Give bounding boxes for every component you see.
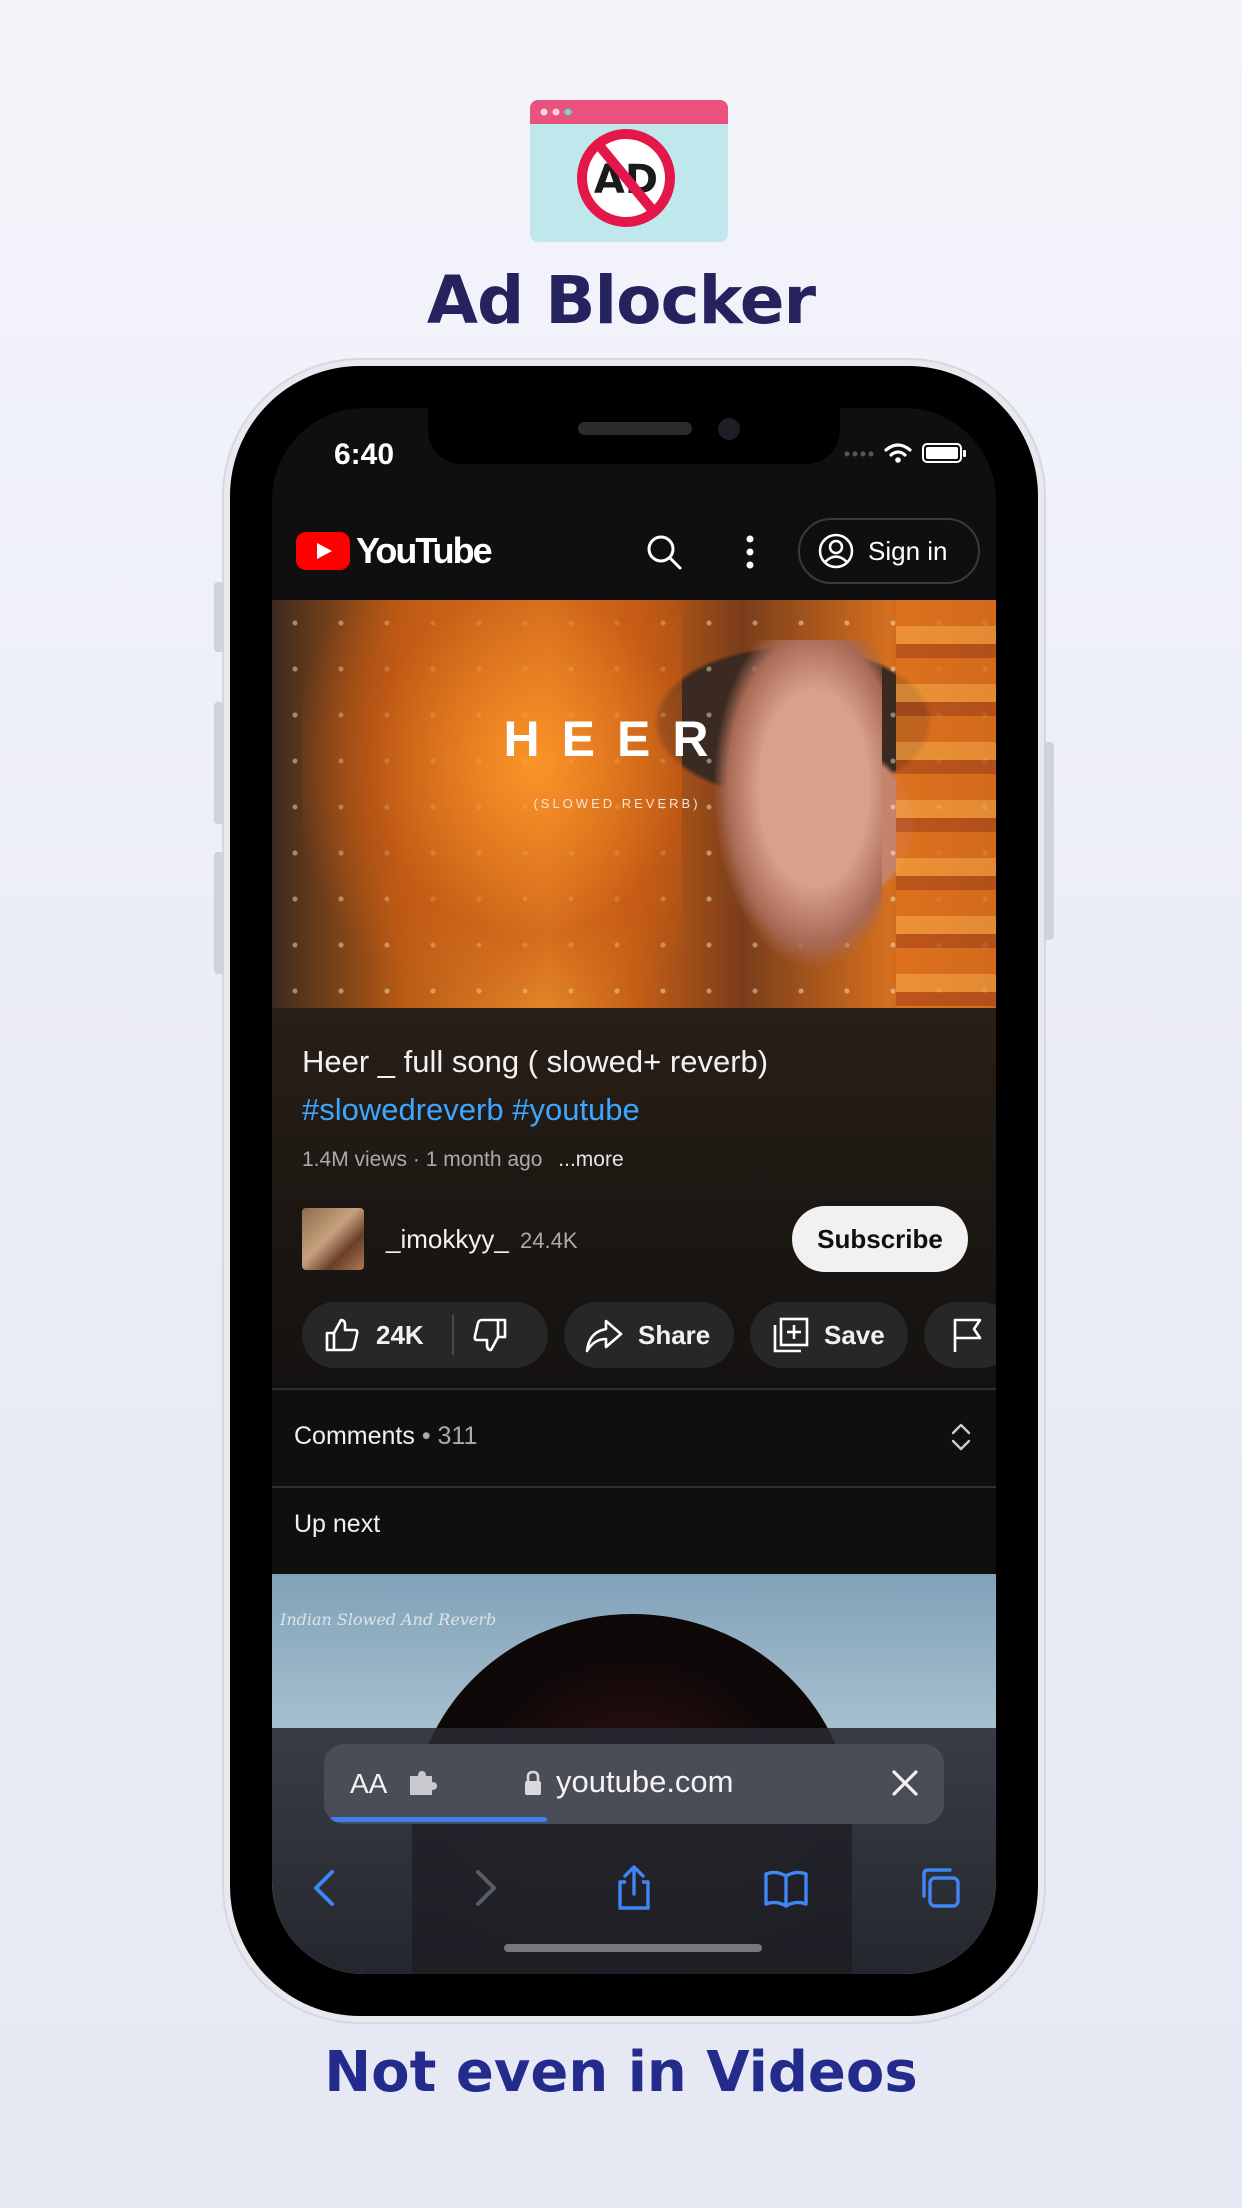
battery-icon xyxy=(922,443,966,463)
volume-up-button xyxy=(214,702,224,824)
channel-name[interactable]: _imokkyy_ xyxy=(386,1224,509,1255)
promo-subtitle: Not even in Videos xyxy=(324,2040,918,2105)
home-indicator xyxy=(504,1944,762,1952)
mute-switch xyxy=(214,582,224,652)
channel-subscriber-count: 24.4K xyxy=(520,1228,578,1253)
share-button[interactable]: Share xyxy=(564,1302,734,1368)
more-options-icon[interactable] xyxy=(742,532,758,572)
ad-blocker-app-icon: AD xyxy=(530,100,728,242)
subscribe-button[interactable]: Subscribe xyxy=(792,1206,968,1272)
video-player[interactable]: HEER (SLOWED REVERB) xyxy=(272,600,996,1008)
phone-screen: 6:40 YouTube Sign in HEER (SLOWED REVERB… xyxy=(272,408,996,1974)
thumbnail-watermark: Indian Slowed And Reverb xyxy=(280,1610,497,1629)
more-link[interactable]: ...more xyxy=(558,1148,623,1171)
like-count[interactable]: 24K xyxy=(376,1320,424,1351)
promo-title: Ad Blocker xyxy=(426,262,816,339)
thumbnail-title: HEER xyxy=(503,711,731,767)
volume-down-button xyxy=(214,852,224,974)
video-meta: 1.4M views · 1 month ago ...more xyxy=(302,1148,624,1172)
youtube-play-icon xyxy=(296,532,350,570)
report-button[interactable] xyxy=(924,1302,996,1368)
speaker xyxy=(578,422,692,435)
share-label: Share xyxy=(638,1319,711,1350)
action-bar: 24K Share Save xyxy=(302,1302,996,1368)
wifi-icon xyxy=(884,443,912,463)
lock-icon xyxy=(525,1770,541,1795)
youtube-logo[interactable]: YouTube xyxy=(296,530,493,572)
flag-icon xyxy=(953,1318,982,1352)
up-next-header: Up next xyxy=(272,1488,996,1564)
up-next-label: Up next xyxy=(294,1510,381,1538)
extension-puzzle-icon[interactable] xyxy=(408,1770,438,1796)
share-sheet-icon[interactable] xyxy=(610,1864,658,1912)
like-divider xyxy=(451,1315,454,1355)
dislike-icon[interactable] xyxy=(470,1315,510,1355)
save-button[interactable]: Save xyxy=(750,1302,908,1368)
page-load-progress xyxy=(330,1817,547,1822)
forward-icon[interactable] xyxy=(460,1864,508,1912)
safari-toolbar: AA youtube.com xyxy=(272,1728,996,1974)
front-camera xyxy=(718,418,740,440)
account-icon xyxy=(818,533,854,569)
comments-count: • 311 xyxy=(421,1422,478,1450)
tabs-icon[interactable] xyxy=(916,1864,964,1912)
status-icons xyxy=(844,442,966,464)
status-time: 6:40 xyxy=(334,438,395,471)
channel-avatar[interactable] xyxy=(302,1208,364,1270)
comments-label: Comments • 311 xyxy=(294,1422,477,1451)
text-size-button[interactable]: AA xyxy=(350,1768,387,1800)
save-label: Save xyxy=(824,1319,885,1350)
back-icon[interactable] xyxy=(302,1864,350,1912)
url-text: youtube.com xyxy=(556,1764,734,1799)
youtube-header: YouTube Sign in xyxy=(272,504,996,600)
signal-icon xyxy=(844,451,874,457)
thumbnail-subtitle: (SLOWED REVERB) xyxy=(533,796,701,811)
like-icon[interactable] xyxy=(322,1315,362,1355)
address-bar[interactable]: AA youtube.com xyxy=(324,1744,944,1824)
search-icon[interactable] xyxy=(644,532,684,572)
save-playlist-icon xyxy=(773,1317,809,1353)
notch xyxy=(428,408,840,464)
close-icon[interactable] xyxy=(890,1768,920,1798)
views-and-date: 1.4M views · 1 month ago xyxy=(302,1148,543,1171)
comments-section[interactable]: Comments • 311 xyxy=(272,1390,996,1486)
power-button xyxy=(1044,742,1054,940)
youtube-logo-text: YouTube xyxy=(356,530,493,571)
video-hashtags[interactable]: #slowedreverb #youtube xyxy=(302,1092,640,1128)
share-icon xyxy=(585,1319,623,1353)
expand-icon[interactable] xyxy=(950,1420,972,1454)
like-dislike-pill: 24K xyxy=(302,1302,548,1368)
video-title[interactable]: Heer _ full song ( slowed+ reverb) xyxy=(302,1044,768,1080)
video-info-panel: Heer _ full song ( slowed+ reverb) #slow… xyxy=(272,1008,996,1388)
sign-in-button[interactable]: Sign in xyxy=(798,518,980,584)
sign-in-label: Sign in xyxy=(868,535,948,566)
phone-frame: 6:40 YouTube Sign in HEER (SLOWED REVERB… xyxy=(214,366,1054,2016)
bookmarks-icon[interactable] xyxy=(762,1864,810,1912)
comments-title: Comments xyxy=(294,1422,415,1450)
